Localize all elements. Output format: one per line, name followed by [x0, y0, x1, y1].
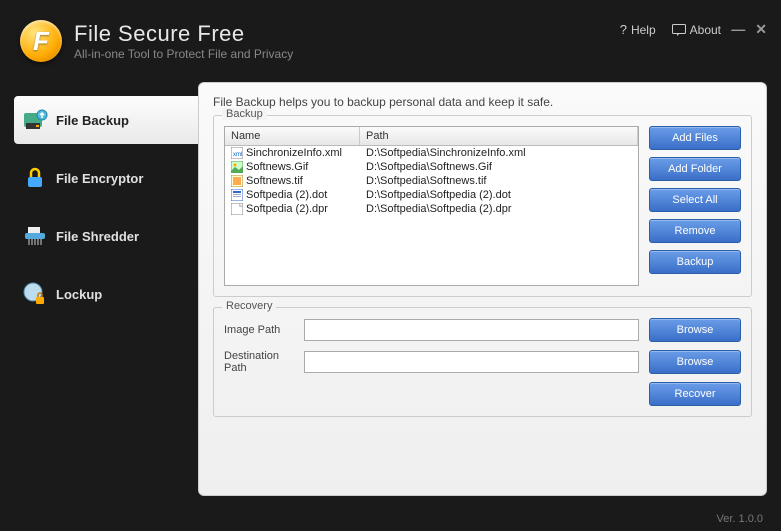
cell-path: D:\Softpedia\Softnews.tif [360, 174, 638, 188]
sidebar-item-file-shredder[interactable]: File Shredder [14, 212, 198, 260]
app-logo: F [20, 20, 62, 62]
sidebar-item-lockup[interactable]: Lockup [14, 270, 198, 318]
col-path[interactable]: Path [360, 127, 638, 145]
dest-path-label: Destination Path [224, 350, 294, 374]
sidebar-item-label: File Shredder [56, 229, 139, 244]
sidebar-item-label: Lockup [56, 287, 102, 302]
sidebar-item-file-backup[interactable]: File Backup [14, 96, 198, 144]
sidebar-item-label: File Backup [56, 113, 129, 128]
backup-group-title: Backup [222, 108, 267, 120]
title-block: File Secure Free All-in-one Tool to Prot… [74, 21, 293, 61]
body: File Backup File Encryptor File Shredder… [0, 74, 781, 504]
top-links: ? Help About [620, 22, 721, 37]
cell-name: xmlSinchronizeInfo.xml [225, 146, 360, 160]
browse-dest-button[interactable]: Browse [649, 350, 741, 374]
backup-button[interactable]: Backup [649, 250, 741, 274]
close-button[interactable]: ✕ [755, 22, 767, 36]
svg-text:xml: xml [233, 152, 242, 158]
backup-group: Backup Name Path xmlSinchronizeInfo.xmlD… [213, 115, 752, 297]
table-body: xmlSinchronizeInfo.xmlD:\Softpedia\Sinch… [225, 146, 638, 216]
logo-letter: F [33, 26, 49, 57]
lockup-icon [22, 281, 48, 307]
col-name[interactable]: Name [225, 127, 360, 145]
app-title: File Secure Free [74, 21, 293, 47]
backup-buttons: Add Files Add Folder Select All Remove B… [649, 126, 741, 286]
titlebar[interactable] [0, 0, 781, 12]
app-subtitle: All-in-one Tool to Protect File and Priv… [74, 47, 293, 61]
add-files-button[interactable]: Add Files [649, 126, 741, 150]
file-icon [231, 175, 243, 187]
file-icon [231, 189, 243, 201]
version-label: Ver. 1.0.0 [717, 513, 763, 525]
recover-button[interactable]: Recover [649, 382, 741, 406]
minimize-button[interactable]: — [731, 22, 745, 36]
cell-path: D:\Softpedia\SinchronizeInfo.xml [360, 146, 638, 160]
image-path-input[interactable] [304, 319, 639, 341]
about-link[interactable]: About [672, 22, 721, 37]
about-icon [672, 24, 686, 36]
sidebar: File Backup File Encryptor File Shredder… [0, 74, 198, 504]
browse-image-button[interactable]: Browse [649, 318, 741, 342]
image-path-label: Image Path [224, 324, 294, 336]
file-table[interactable]: Name Path xmlSinchronizeInfo.xmlD:\Softp… [224, 126, 639, 286]
window-controls: — ✕ [731, 22, 767, 36]
table-row[interactable]: Softnews.tifD:\Softpedia\Softnews.tif [225, 174, 638, 188]
shredder-icon [22, 223, 48, 249]
cell-path: D:\Softpedia\Softpedia (2).dpr [360, 202, 638, 216]
file-icon [231, 203, 243, 215]
dest-path-input[interactable] [304, 351, 639, 373]
help-link[interactable]: ? Help [620, 22, 656, 37]
panel-description: File Backup helps you to backup personal… [213, 95, 752, 109]
cell-path: D:\Softpedia\Softnews.Gif [360, 160, 638, 174]
header: F File Secure Free All-in-one Tool to Pr… [0, 12, 781, 74]
main-panel: File Backup helps you to backup personal… [198, 82, 767, 496]
sidebar-item-file-encryptor[interactable]: File Encryptor [14, 154, 198, 202]
remove-button[interactable]: Remove [649, 219, 741, 243]
help-label: Help [631, 23, 656, 37]
table-row[interactable]: Softnews.GifD:\Softpedia\Softnews.Gif [225, 160, 638, 174]
cell-name: Softnews.Gif [225, 160, 360, 174]
recovery-group-title: Recovery [222, 300, 276, 312]
file-icon [231, 161, 243, 173]
help-icon: ? [620, 22, 627, 37]
sidebar-item-label: File Encryptor [56, 171, 143, 186]
select-all-button[interactable]: Select All [649, 188, 741, 212]
encryptor-icon [22, 165, 48, 191]
table-row[interactable]: Softpedia (2).dprD:\Softpedia\Softpedia … [225, 202, 638, 216]
cell-path: D:\Softpedia\Softpedia (2).dot [360, 188, 638, 202]
backup-icon [22, 107, 48, 133]
table-header: Name Path [225, 127, 638, 146]
recovery-group: Recovery Image Path Browse Destination P… [213, 307, 752, 417]
table-row[interactable]: Softpedia (2).dotD:\Softpedia\Softpedia … [225, 188, 638, 202]
cell-name: Softpedia (2).dpr [225, 202, 360, 216]
about-label: About [690, 23, 721, 37]
cell-name: Softnews.tif [225, 174, 360, 188]
cell-name: Softpedia (2).dot [225, 188, 360, 202]
add-folder-button[interactable]: Add Folder [649, 157, 741, 181]
file-icon: xml [231, 147, 243, 159]
table-row[interactable]: xmlSinchronizeInfo.xmlD:\Softpedia\Sinch… [225, 146, 638, 160]
